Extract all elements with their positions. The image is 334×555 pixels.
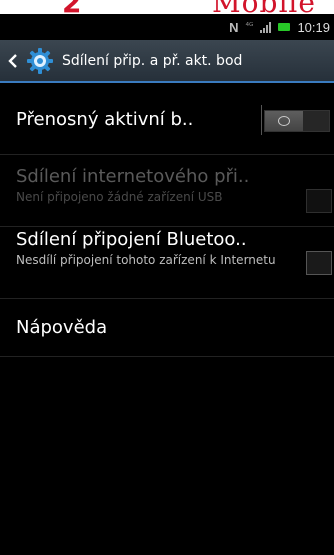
screen: 2 Mobile N ⁴ᴳ 10:19 (0, 0, 334, 555)
wifi-direct-icon: ⁴ᴳ (245, 22, 254, 32)
page-title: Sdílení přip. a př. akt. bod (62, 52, 243, 69)
bluetooth-tethering-summary: Nesdílí připojení tohoto zařízení k Inte… (16, 253, 276, 267)
status-bar: N ⁴ᴳ 10:19 (0, 14, 334, 40)
settings-gear-icon[interactable] (26, 47, 54, 75)
usb-tethering-summary: Není připojeno žádné zařízení USB (16, 190, 223, 204)
status-time: 10:19 (297, 19, 330, 35)
usb-tethering-checkbox (306, 189, 332, 213)
hotspot-title: Přenosný aktivní b.. (16, 109, 194, 130)
nfc-icon: N (229, 19, 239, 35)
list-item-help[interactable]: Nápověda (0, 299, 334, 357)
list-item-bluetooth-tethering[interactable]: Sdílení připojení Bluetoo.. Nesdílí přip… (0, 227, 334, 299)
list-item-usb-tethering: Sdílení internetového při.. Není připoje… (0, 155, 334, 227)
usb-tethering-title: Sdílení internetového při.. (16, 166, 250, 187)
divider (261, 105, 262, 135)
watermark-word: Mobile (212, 0, 316, 14)
battery-icon (278, 23, 291, 31)
back-icon[interactable] (8, 53, 22, 68)
watermark-digit: 2 (62, 0, 82, 14)
list-item-portable-hotspot[interactable]: Přenosný aktivní b.. (0, 85, 334, 155)
hotspot-toggle[interactable] (264, 110, 330, 132)
action-bar: Sdílení přip. a př. akt. bod (0, 40, 334, 83)
bluetooth-tethering-title: Sdílení připojení Bluetoo.. (16, 229, 247, 250)
bluetooth-tethering-checkbox[interactable] (306, 251, 332, 275)
help-title: Nápověda (16, 317, 108, 338)
settings-list: Přenosný aktivní b.. Sdílení internetové… (0, 85, 334, 357)
switch-thumb (265, 111, 303, 131)
signal-icon (260, 21, 272, 33)
watermark-logo: 2 Mobile (0, 0, 334, 14)
